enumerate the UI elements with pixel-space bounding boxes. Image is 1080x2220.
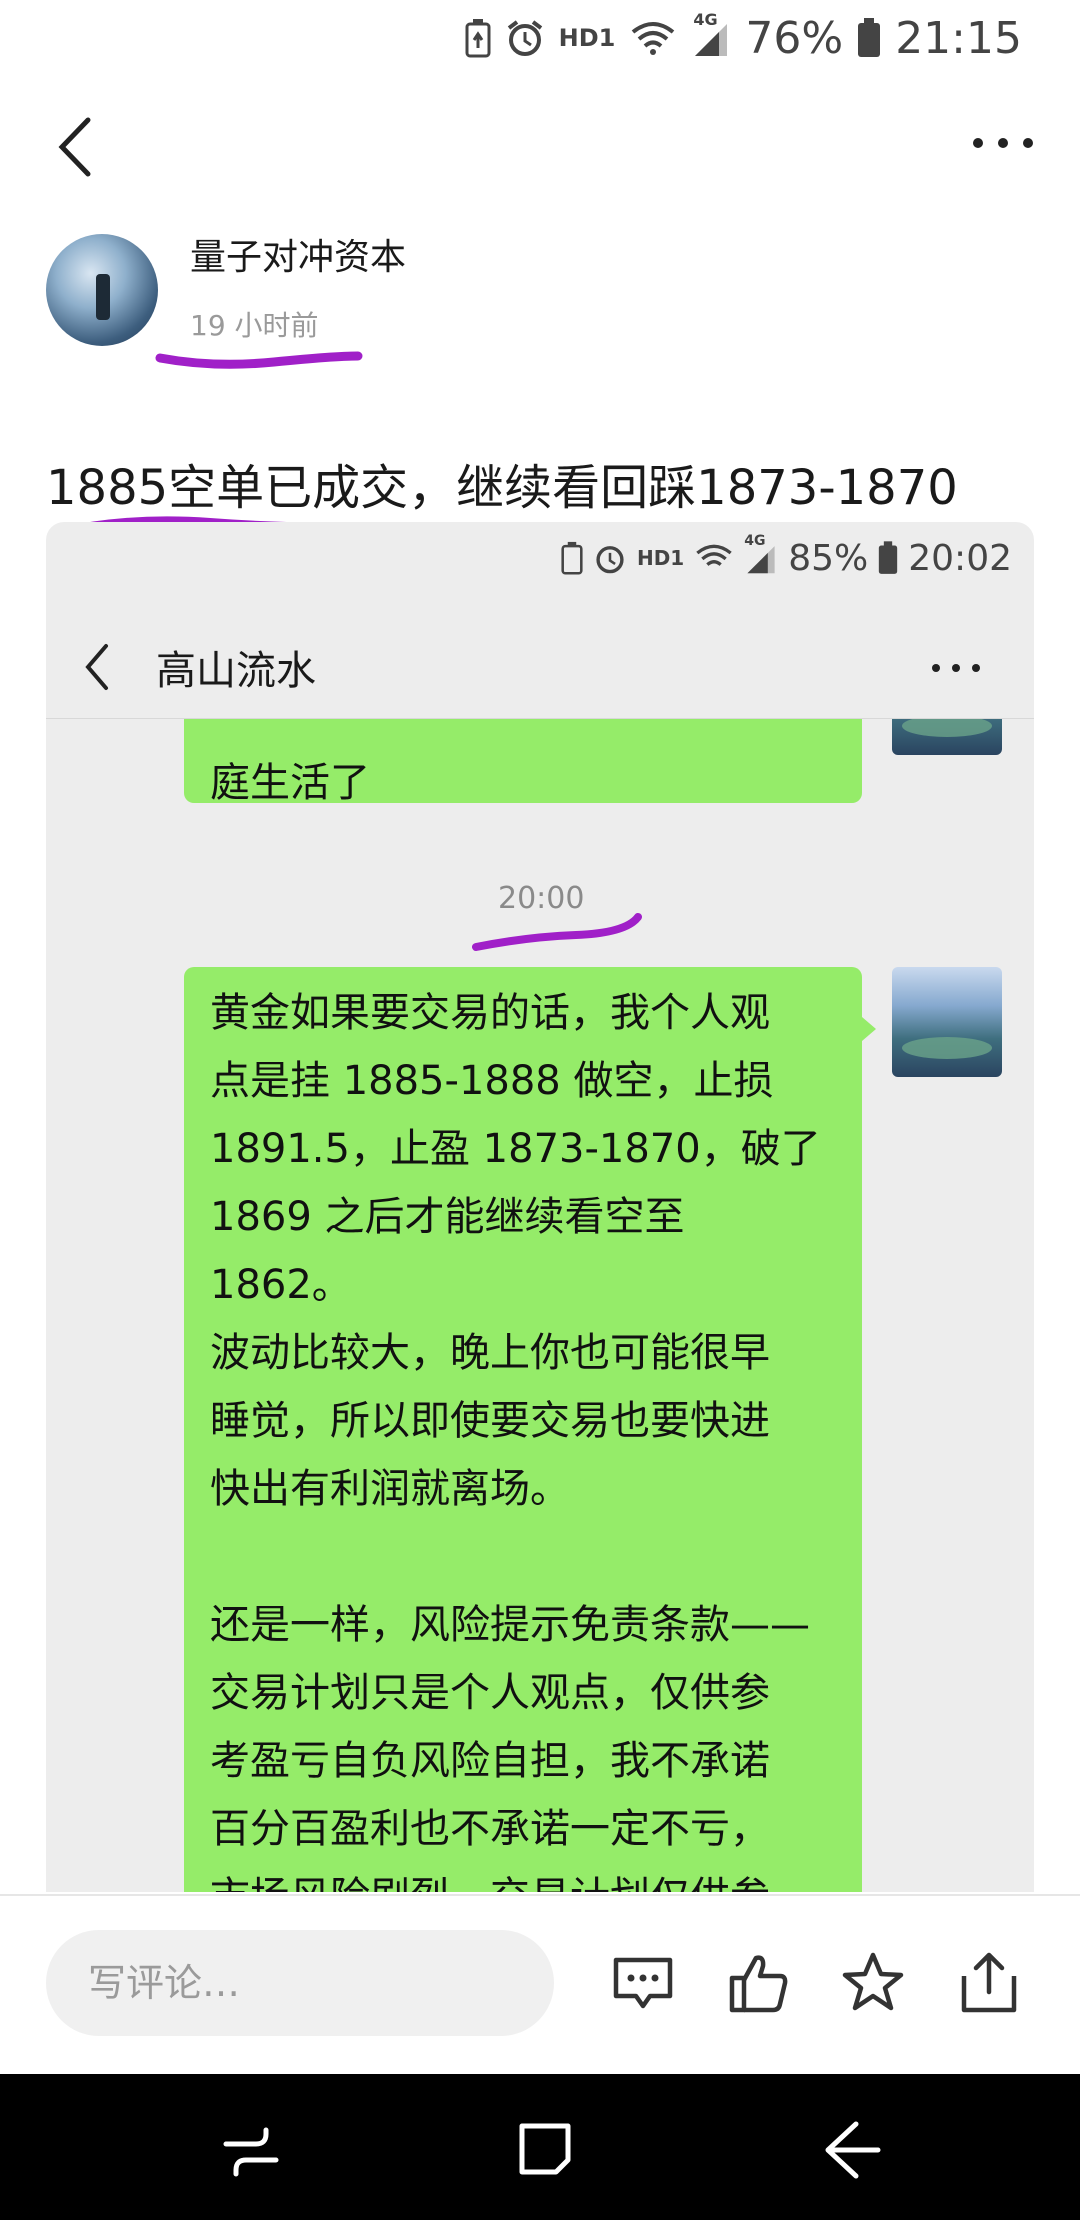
battery-saver-icon	[561, 541, 583, 575]
message-line: 1891.5，止盈 1873-1870，破了	[210, 1126, 821, 1172]
embedded-battery-percent: 85%	[788, 537, 869, 579]
chat-avatar-previous[interactable]	[892, 719, 1002, 755]
chat-bubble-message[interactable]: 黄金如果要交易的话，我个人观 点是挂 1885-1888 做空，止损 1891.5，…	[184, 967, 862, 1892]
message-line: 黄金如果要交易的话，我个人观	[210, 990, 770, 1036]
battery-percent: 76%	[745, 12, 844, 64]
chat-header: 高山流水	[46, 608, 1034, 719]
embedded-hd-indicator: HD1	[636, 546, 685, 570]
chat-back-icon[interactable]	[80, 642, 114, 692]
highlight-stroke-time	[155, 351, 363, 369]
comment-bar: 写评论…	[0, 1894, 1080, 2076]
recent-apps-icon[interactable]	[216, 2114, 286, 2184]
more-button[interactable]	[968, 128, 1038, 158]
embedded-status-bar: HD1 4G 85% 20:02	[561, 533, 1012, 580]
embedded-network-type: 4G	[744, 533, 766, 549]
nav-back-icon[interactable]	[816, 2114, 886, 2184]
battery-icon	[879, 541, 898, 574]
alarm-icon	[505, 18, 545, 58]
status-bar: HD1 4G 76% 21:15	[0, 0, 1080, 80]
comment-input[interactable]: 写评论…	[46, 1930, 554, 2036]
post-text: 1885空单已成交，继续看回踩1873-1870	[46, 460, 958, 516]
message-line: 快出有利润就离场。	[210, 1466, 570, 1512]
share-icon[interactable]	[956, 1950, 1022, 2016]
more-dots-icon	[973, 138, 1033, 148]
chat-more-icon[interactable]	[930, 660, 982, 676]
message-line: 考盈亏自负风险自担，我不承诺	[210, 1738, 770, 1784]
back-button[interactable]	[50, 112, 110, 182]
embedded-time: 20:02	[908, 537, 1012, 579]
comment-icon[interactable]	[610, 1950, 676, 2016]
status-time: 21:15	[895, 12, 1022, 64]
home-icon[interactable]	[510, 2114, 580, 2184]
highlight-stroke-timestamp	[472, 913, 642, 951]
status-icons: HD1 4G 76% 21:15	[465, 10, 1022, 66]
chat-area: 庭生活了 20:00 黄金如果要交易的话，我个人观 点是挂 1885-1888 做…	[46, 719, 1034, 1892]
message-line: 交易计划只是个人观点，仅供参	[210, 1670, 770, 1716]
wifi-icon	[629, 18, 677, 58]
system-nav-bar	[0, 2074, 1080, 2220]
chat-bubble-previous[interactable]: 庭生活了	[184, 719, 862, 806]
hd-indicator: HD1	[558, 24, 616, 52]
star-icon[interactable]	[840, 1950, 906, 2016]
post-time: 19 小时前	[190, 309, 319, 342]
message-line: 百分百盈利也不承诺一定不亏，	[210, 1806, 770, 1852]
author-avatar[interactable]	[46, 234, 158, 346]
alarm-icon	[596, 546, 624, 574]
message-line: 1869 之后才能继续看空至 1862。	[210, 1194, 685, 1308]
message-line: 还是一样，风险提示免责条款——	[210, 1602, 810, 1648]
message-line	[210, 1523, 836, 1591]
message-line: 市场风险剧烈，交易计划仅供参	[210, 1863, 836, 1892]
network-type: 4G	[693, 10, 718, 29]
battery-icon	[857, 18, 881, 58]
message-line: 波动比较大，晚上你也可能很早	[210, 1330, 770, 1376]
top-nav	[0, 100, 1080, 200]
message-line: 睡觉，所以即使要交易也要快进	[210, 1398, 770, 1444]
bubble-tail	[862, 1017, 876, 1041]
wifi-icon	[696, 544, 732, 566]
chat-avatar[interactable]	[892, 967, 1002, 1077]
like-icon[interactable]	[726, 1950, 792, 2016]
message-line: 点是挂 1885-1888 做空，止损	[210, 1058, 774, 1104]
cell-signal-icon: 4G	[744, 533, 778, 575]
embedded-chat-screenshot[interactable]: HD1 4G 85% 20:02 高山流水 庭生活了 20:00 黄金如果要交易…	[46, 522, 1034, 1892]
partial-bubble-text: 庭生活了	[210, 760, 370, 806]
back-arrow-icon	[58, 117, 91, 177]
chat-title: 高山流水	[156, 648, 316, 694]
battery-saver-icon	[465, 18, 491, 58]
author-name[interactable]: 量子对冲资本	[190, 228, 406, 280]
cell-signal-icon: 4G	[691, 10, 731, 58]
